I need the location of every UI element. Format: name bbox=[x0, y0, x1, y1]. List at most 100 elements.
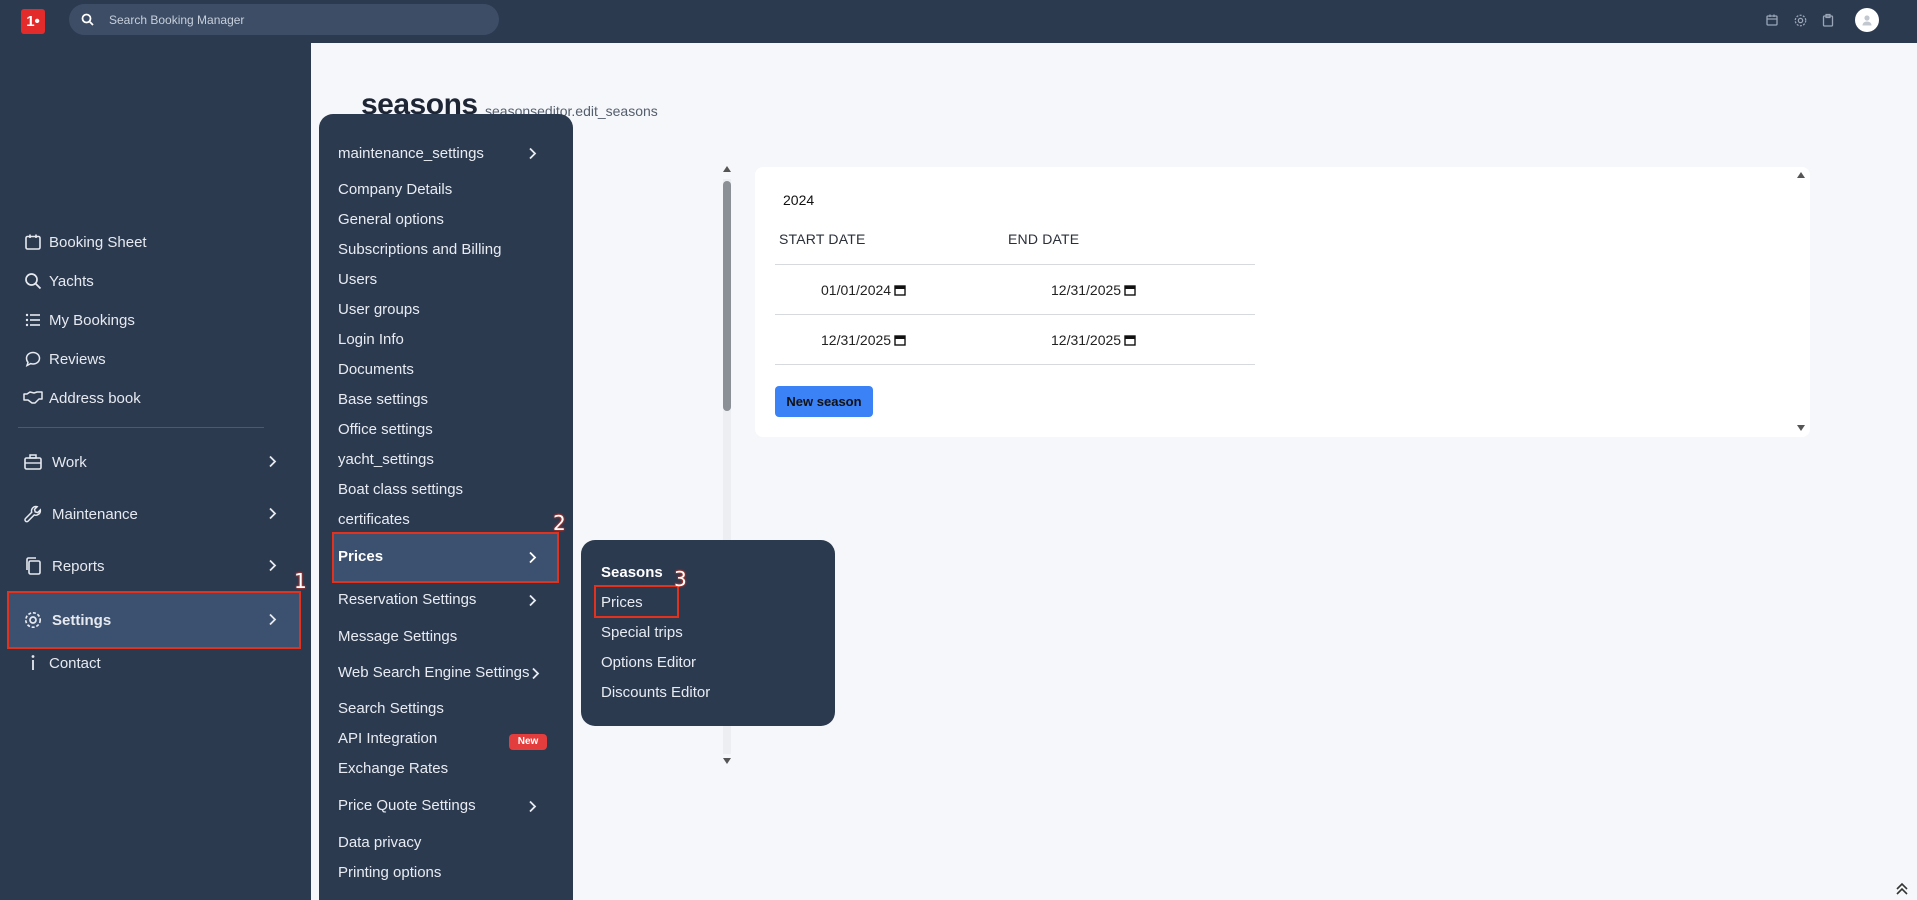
sidebar-item-label: Reviews bbox=[49, 350, 106, 368]
sidebar-item-label: Yachts bbox=[49, 272, 94, 290]
menu-item-web-search-engine-settings[interactable]: Web Search Engine Settings bbox=[338, 661, 530, 685]
copy-icon bbox=[22, 555, 44, 577]
menu-item-base-settings[interactable]: Base settings bbox=[338, 388, 428, 412]
sidebar-group-reports[interactable]: Reports bbox=[9, 541, 299, 591]
sidebar-item-address-book[interactable]: Address book bbox=[22, 383, 141, 413]
sidebar-group-label: Work bbox=[52, 453, 87, 471]
end-date-input[interactable]: 12/31/2025 bbox=[1051, 282, 1136, 298]
avatar[interactable] bbox=[1855, 8, 1879, 32]
handshake-icon bbox=[22, 387, 44, 409]
scroll-up-arrow-icon[interactable] bbox=[1796, 171, 1806, 179]
menu-item-api-integration[interactable]: API Integration bbox=[338, 727, 437, 751]
step-marker-2: 2 bbox=[553, 511, 566, 535]
scroll-to-top-icon[interactable] bbox=[1895, 882, 1909, 896]
settings-menu: maintenance_settings Company Details Gen… bbox=[319, 114, 573, 900]
menu-item-subscriptions[interactable]: Subscriptions and Billing bbox=[338, 238, 501, 262]
chevron-right-icon bbox=[269, 613, 277, 626]
sidebar-item-contact[interactable]: Contact bbox=[22, 648, 101, 678]
menu-item-printing-options[interactable]: Printing options bbox=[338, 861, 441, 885]
menu-item-reservation-settings[interactable]: Reservation Settings bbox=[338, 588, 476, 612]
row-divider bbox=[775, 264, 1255, 265]
briefcase-icon bbox=[22, 451, 44, 473]
search-icon bbox=[22, 270, 44, 292]
clipboard-icon[interactable] bbox=[1819, 11, 1837, 29]
menu-item-exchange-rates[interactable]: Exchange Rates bbox=[338, 757, 448, 781]
sidebar-group-work[interactable]: Work bbox=[9, 437, 299, 487]
submenu-item-discounts-editor[interactable]: Discounts Editor bbox=[601, 682, 710, 704]
start-date-input[interactable]: 01/01/2024 bbox=[821, 282, 906, 298]
sidebar: Booking Sheet Yachts My Bookings Reviews… bbox=[0, 43, 311, 900]
menu-item-price-quote-settings[interactable]: Price Quote Settings bbox=[338, 794, 476, 818]
top-bar: 1• bbox=[0, 0, 1917, 43]
step-marker-1: 1 bbox=[294, 569, 307, 593]
scroll-up-arrow-icon[interactable] bbox=[722, 165, 732, 173]
wrench-icon bbox=[22, 503, 44, 525]
chevron-right-icon bbox=[532, 667, 540, 680]
sidebar-group-maintenance[interactable]: Maintenance bbox=[9, 489, 299, 539]
chevron-right-icon bbox=[529, 800, 537, 813]
row-divider bbox=[775, 364, 1255, 365]
menu-item-boat-class-settings[interactable]: Boat class settings bbox=[338, 478, 463, 502]
top-icons bbox=[1763, 8, 1879, 32]
menu-item-office-settings[interactable]: Office settings bbox=[338, 418, 433, 442]
search-bar[interactable] bbox=[69, 4, 499, 35]
sidebar-item-reviews[interactable]: Reviews bbox=[22, 344, 106, 374]
chat-icon bbox=[22, 348, 44, 370]
calendar-icon[interactable] bbox=[1763, 11, 1781, 29]
date-value: 12/31/2025 bbox=[1051, 282, 1122, 298]
season-editor-card: 2024 START DATE END DATE 01/01/2024 12/3… bbox=[755, 167, 1810, 437]
sidebar-item-my-bookings[interactable]: My Bookings bbox=[22, 305, 135, 335]
sidebar-item-booking-sheet[interactable]: Booking Sheet bbox=[22, 227, 147, 257]
menu-item-search-settings[interactable]: Search Settings bbox=[338, 697, 444, 721]
sidebar-item-yachts[interactable]: Yachts bbox=[22, 266, 94, 296]
sidebar-group-label: Settings bbox=[52, 611, 112, 629]
scroll-down-arrow-icon[interactable] bbox=[722, 757, 732, 765]
date-value: 12/31/2025 bbox=[1051, 332, 1122, 348]
menu-item-documents[interactable]: Documents bbox=[338, 358, 414, 382]
sidebar-group-label: Reports bbox=[52, 557, 105, 575]
start-date-input[interactable]: 12/31/2025 bbox=[821, 332, 906, 348]
end-date-input[interactable]: 12/31/2025 bbox=[1051, 332, 1136, 348]
menu-item-login-info[interactable]: Login Info bbox=[338, 328, 404, 352]
row-divider bbox=[775, 314, 1255, 315]
new-badge: New bbox=[509, 734, 547, 750]
submenu-item-prices[interactable]: Prices bbox=[601, 592, 643, 614]
sidebar-item-label: Booking Sheet bbox=[49, 233, 147, 251]
menu-item-user-groups[interactable]: User groups bbox=[338, 298, 420, 322]
menu-item-prices[interactable]: Prices bbox=[338, 545, 383, 569]
scrollbar-thumb[interactable] bbox=[723, 181, 731, 411]
date-value: 12/31/2025 bbox=[821, 332, 892, 348]
sidebar-item-label: My Bookings bbox=[49, 311, 135, 329]
calendar-icon[interactable] bbox=[894, 334, 906, 346]
sidebar-group-settings[interactable]: Settings bbox=[7, 591, 301, 649]
menu-item-data-privacy[interactable]: Data privacy bbox=[338, 831, 421, 855]
chevron-right-icon bbox=[269, 507, 277, 520]
gear-icon[interactable] bbox=[1791, 11, 1809, 29]
search-input[interactable] bbox=[109, 4, 489, 35]
calendar-icon[interactable] bbox=[1124, 284, 1136, 296]
calendar-icon bbox=[22, 231, 44, 253]
sidebar-item-label: Contact bbox=[49, 654, 101, 672]
menu-item-users[interactable]: Users bbox=[338, 268, 377, 292]
submenu-item-special-trips[interactable]: Special trips bbox=[601, 622, 683, 644]
submenu-item-options-editor[interactable]: Options Editor bbox=[601, 652, 696, 674]
menu-item-maintenance-settings[interactable]: maintenance_settings bbox=[338, 142, 484, 166]
menu-item-message-settings[interactable]: Message Settings bbox=[338, 625, 457, 649]
calendar-icon[interactable] bbox=[1124, 334, 1136, 346]
scroll-down-arrow-icon[interactable] bbox=[1796, 424, 1806, 432]
date-value: 01/01/2024 bbox=[821, 282, 892, 298]
chevron-right-icon bbox=[529, 551, 537, 564]
menu-item-company-details[interactable]: Company Details bbox=[338, 178, 452, 202]
chevron-right-icon bbox=[529, 147, 537, 160]
sidebar-divider bbox=[18, 427, 264, 428]
new-season-button[interactable]: New season bbox=[775, 386, 873, 417]
gear-icon bbox=[22, 609, 44, 631]
app-logo[interactable]: 1• bbox=[21, 9, 45, 34]
search-icon bbox=[81, 13, 94, 26]
menu-item-yacht-settings[interactable]: yacht_settings bbox=[338, 448, 434, 472]
menu-item-certificates[interactable]: certificates bbox=[338, 508, 410, 532]
calendar-icon[interactable] bbox=[894, 284, 906, 296]
list-icon bbox=[22, 309, 44, 331]
submenu-item-seasons[interactable]: Seasons bbox=[601, 562, 663, 584]
menu-item-general-options[interactable]: General options bbox=[338, 208, 444, 232]
